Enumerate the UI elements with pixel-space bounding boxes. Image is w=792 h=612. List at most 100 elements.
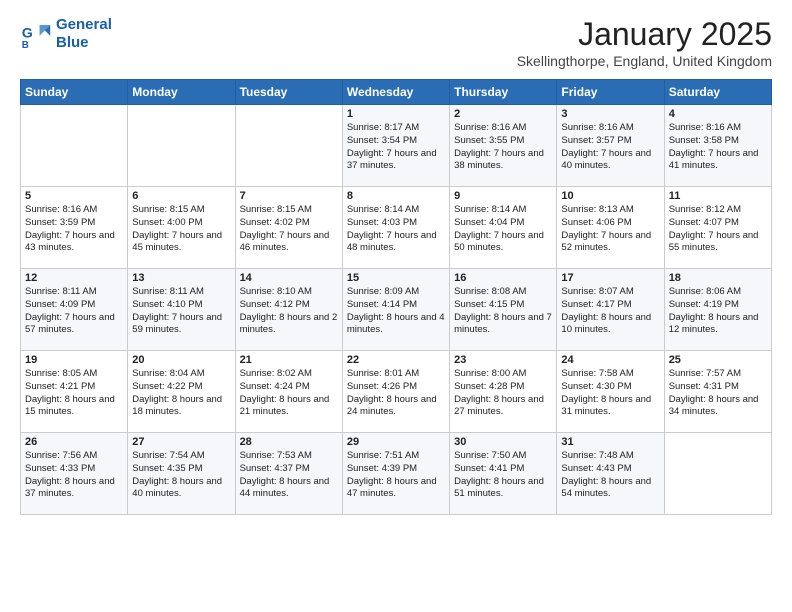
day-info: Sunrise: 8:02 AM Sunset: 4:24 PM Dayligh… — [240, 368, 338, 419]
day-number: 28 — [240, 436, 338, 448]
title-block: January 2025 Skellingthorpe, England, Un… — [517, 16, 772, 69]
day-number: 24 — [561, 354, 659, 366]
calendar-cell — [235, 105, 342, 187]
day-number: 29 — [347, 436, 445, 448]
day-number: 17 — [561, 272, 659, 284]
day-info: Sunrise: 8:15 AM Sunset: 4:02 PM Dayligh… — [240, 204, 338, 255]
calendar-cell: 20 Sunrise: 8:04 AM Sunset: 4:22 PM Dayli… — [128, 351, 235, 433]
col-header-monday: Monday — [128, 80, 235, 105]
calendar-cell: 29 Sunrise: 7:51 AM Sunset: 4:39 PM Dayli… — [342, 433, 449, 515]
day-info: Sunrise: 7:51 AM Sunset: 4:39 PM Dayligh… — [347, 450, 445, 501]
day-number: 21 — [240, 354, 338, 366]
day-info: Sunrise: 8:17 AM Sunset: 3:54 PM Dayligh… — [347, 122, 445, 173]
col-header-saturday: Saturday — [664, 80, 771, 105]
day-number: 6 — [132, 190, 230, 202]
calendar-cell: 18 Sunrise: 8:06 AM Sunset: 4:19 PM Dayli… — [664, 269, 771, 351]
day-info: Sunrise: 8:11 AM Sunset: 4:09 PM Dayligh… — [25, 286, 123, 337]
day-info: Sunrise: 7:57 AM Sunset: 4:31 PM Dayligh… — [669, 368, 767, 419]
day-number: 16 — [454, 272, 552, 284]
day-number: 2 — [454, 108, 552, 120]
calendar-cell: 14 Sunrise: 8:10 AM Sunset: 4:12 PM Dayli… — [235, 269, 342, 351]
calendar-cell: 4 Sunrise: 8:16 AM Sunset: 3:58 PM Daylig… — [664, 105, 771, 187]
day-info: Sunrise: 8:16 AM Sunset: 3:59 PM Dayligh… — [25, 204, 123, 255]
day-number: 5 — [25, 190, 123, 202]
calendar-cell: 2 Sunrise: 8:16 AM Sunset: 3:55 PM Daylig… — [450, 105, 557, 187]
svg-text:G: G — [22, 26, 33, 42]
day-number: 20 — [132, 354, 230, 366]
day-info: Sunrise: 8:06 AM Sunset: 4:19 PM Dayligh… — [669, 286, 767, 337]
calendar-cell: 1 Sunrise: 8:17 AM Sunset: 3:54 PM Daylig… — [342, 105, 449, 187]
day-info: Sunrise: 7:50 AM Sunset: 4:41 PM Dayligh… — [454, 450, 552, 501]
day-info: Sunrise: 8:10 AM Sunset: 4:12 PM Dayligh… — [240, 286, 338, 337]
calendar-cell: 28 Sunrise: 7:53 AM Sunset: 4:37 PM Dayli… — [235, 433, 342, 515]
calendar-cell: 21 Sunrise: 8:02 AM Sunset: 4:24 PM Dayli… — [235, 351, 342, 433]
day-info: Sunrise: 7:54 AM Sunset: 4:35 PM Dayligh… — [132, 450, 230, 501]
day-number: 10 — [561, 190, 659, 202]
day-info: Sunrise: 7:48 AM Sunset: 4:43 PM Dayligh… — [561, 450, 659, 501]
calendar-cell: 9Sunrise: 8:14 AM Sunset: 4:04 PM Daylig… — [450, 187, 557, 269]
col-header-wednesday: Wednesday — [342, 80, 449, 105]
day-number: 22 — [347, 354, 445, 366]
col-header-thursday: Thursday — [450, 80, 557, 105]
day-number: 7 — [240, 190, 338, 202]
day-number: 8 — [347, 190, 445, 202]
calendar-cell: 15Sunrise: 8:09 AM Sunset: 4:14 PM Dayli… — [342, 269, 449, 351]
calendar-cell: 11Sunrise: 8:12 AM Sunset: 4:07 PM Dayli… — [664, 187, 771, 269]
day-info: Sunrise: 8:08 AM Sunset: 4:15 PM Dayligh… — [454, 286, 552, 337]
col-header-tuesday: Tuesday — [235, 80, 342, 105]
day-info: Sunrise: 8:16 AM Sunset: 3:55 PM Dayligh… — [454, 122, 552, 173]
day-info: Sunrise: 8:15 AM Sunset: 4:00 PM Dayligh… — [132, 204, 230, 255]
day-number: 13 — [132, 272, 230, 284]
logo-icon: G B — [20, 18, 52, 50]
day-number: 14 — [240, 272, 338, 284]
calendar-cell: 7 Sunrise: 8:15 AM Sunset: 4:02 PM Daylig… — [235, 187, 342, 269]
day-info: Sunrise: 7:53 AM Sunset: 4:37 PM Dayligh… — [240, 450, 338, 501]
svg-text:B: B — [22, 40, 29, 50]
calendar-cell: 3 Sunrise: 8:16 AM Sunset: 3:57 PM Daylig… — [557, 105, 664, 187]
calendar-cell: 22 Sunrise: 8:01 AM Sunset: 4:26 PM Dayli… — [342, 351, 449, 433]
page-header: G B General Blue January 2025 Skellingth… — [20, 16, 772, 69]
day-info: Sunrise: 8:09 AM Sunset: 4:14 PM Dayligh… — [347, 286, 445, 337]
day-info: Sunrise: 8:16 AM Sunset: 3:57 PM Dayligh… — [561, 122, 659, 173]
location: Skellingthorpe, England, United Kingdom — [517, 53, 772, 69]
day-number: 11 — [669, 190, 767, 202]
day-info: Sunrise: 8:00 AM Sunset: 4:28 PM Dayligh… — [454, 368, 552, 419]
calendar-cell: 12 Sunrise: 8:11 AM Sunset: 4:09 PM Dayli… — [21, 269, 128, 351]
day-number: 27 — [132, 436, 230, 448]
calendar-cell: 26Sunrise: 7:56 AM Sunset: 4:33 PM Dayli… — [21, 433, 128, 515]
calendar-table: SundayMondayTuesdayWednesdayThursdayFrid… — [20, 79, 772, 515]
logo: G B General Blue — [20, 16, 112, 52]
calendar-cell: 27 Sunrise: 7:54 AM Sunset: 4:35 PM Dayli… — [128, 433, 235, 515]
day-number: 1 — [347, 108, 445, 120]
day-number: 18 — [669, 272, 767, 284]
day-info: Sunrise: 7:58 AM Sunset: 4:30 PM Dayligh… — [561, 368, 659, 419]
day-number: 23 — [454, 354, 552, 366]
day-number: 12 — [25, 272, 123, 284]
month-title: January 2025 — [517, 16, 772, 53]
calendar-cell: 10 Sunrise: 8:13 AM Sunset: 4:06 PM Dayli… — [557, 187, 664, 269]
day-info: Sunrise: 7:56 AM Sunset: 4:33 PM Dayligh… — [25, 450, 123, 501]
day-number: 25 — [669, 354, 767, 366]
calendar-cell — [128, 105, 235, 187]
day-number: 4 — [669, 108, 767, 120]
day-info: Sunrise: 8:16 AM Sunset: 3:58 PM Dayligh… — [669, 122, 767, 173]
calendar-cell: 5 Sunrise: 8:16 AM Sunset: 3:59 PM Daylig… — [21, 187, 128, 269]
day-info: Sunrise: 8:13 AM Sunset: 4:06 PM Dayligh… — [561, 204, 659, 255]
col-header-sunday: Sunday — [21, 80, 128, 105]
calendar-cell — [21, 105, 128, 187]
calendar-cell: 6 Sunrise: 8:15 AM Sunset: 4:00 PM Daylig… — [128, 187, 235, 269]
day-info: Sunrise: 8:04 AM Sunset: 4:22 PM Dayligh… — [132, 368, 230, 419]
calendar-cell: 31 Sunrise: 7:48 AM Sunset: 4:43 PM Dayli… — [557, 433, 664, 515]
col-header-friday: Friday — [557, 80, 664, 105]
day-info: Sunrise: 8:01 AM Sunset: 4:26 PM Dayligh… — [347, 368, 445, 419]
calendar-cell: 17Sunrise: 8:07 AM Sunset: 4:17 PM Dayli… — [557, 269, 664, 351]
day-number: 30 — [454, 436, 552, 448]
day-info: Sunrise: 8:14 AM Sunset: 4:03 PM Dayligh… — [347, 204, 445, 255]
calendar-cell: 19Sunrise: 8:05 AM Sunset: 4:21 PM Dayli… — [21, 351, 128, 433]
day-number: 19 — [25, 354, 123, 366]
calendar-cell: 16 Sunrise: 8:08 AM Sunset: 4:15 PM Dayli… — [450, 269, 557, 351]
day-info: Sunrise: 8:14 AM Sunset: 4:04 PM Dayligh… — [454, 204, 552, 255]
calendar-cell: 13Sunrise: 8:11 AM Sunset: 4:10 PM Dayli… — [128, 269, 235, 351]
day-number: 31 — [561, 436, 659, 448]
day-number: 3 — [561, 108, 659, 120]
